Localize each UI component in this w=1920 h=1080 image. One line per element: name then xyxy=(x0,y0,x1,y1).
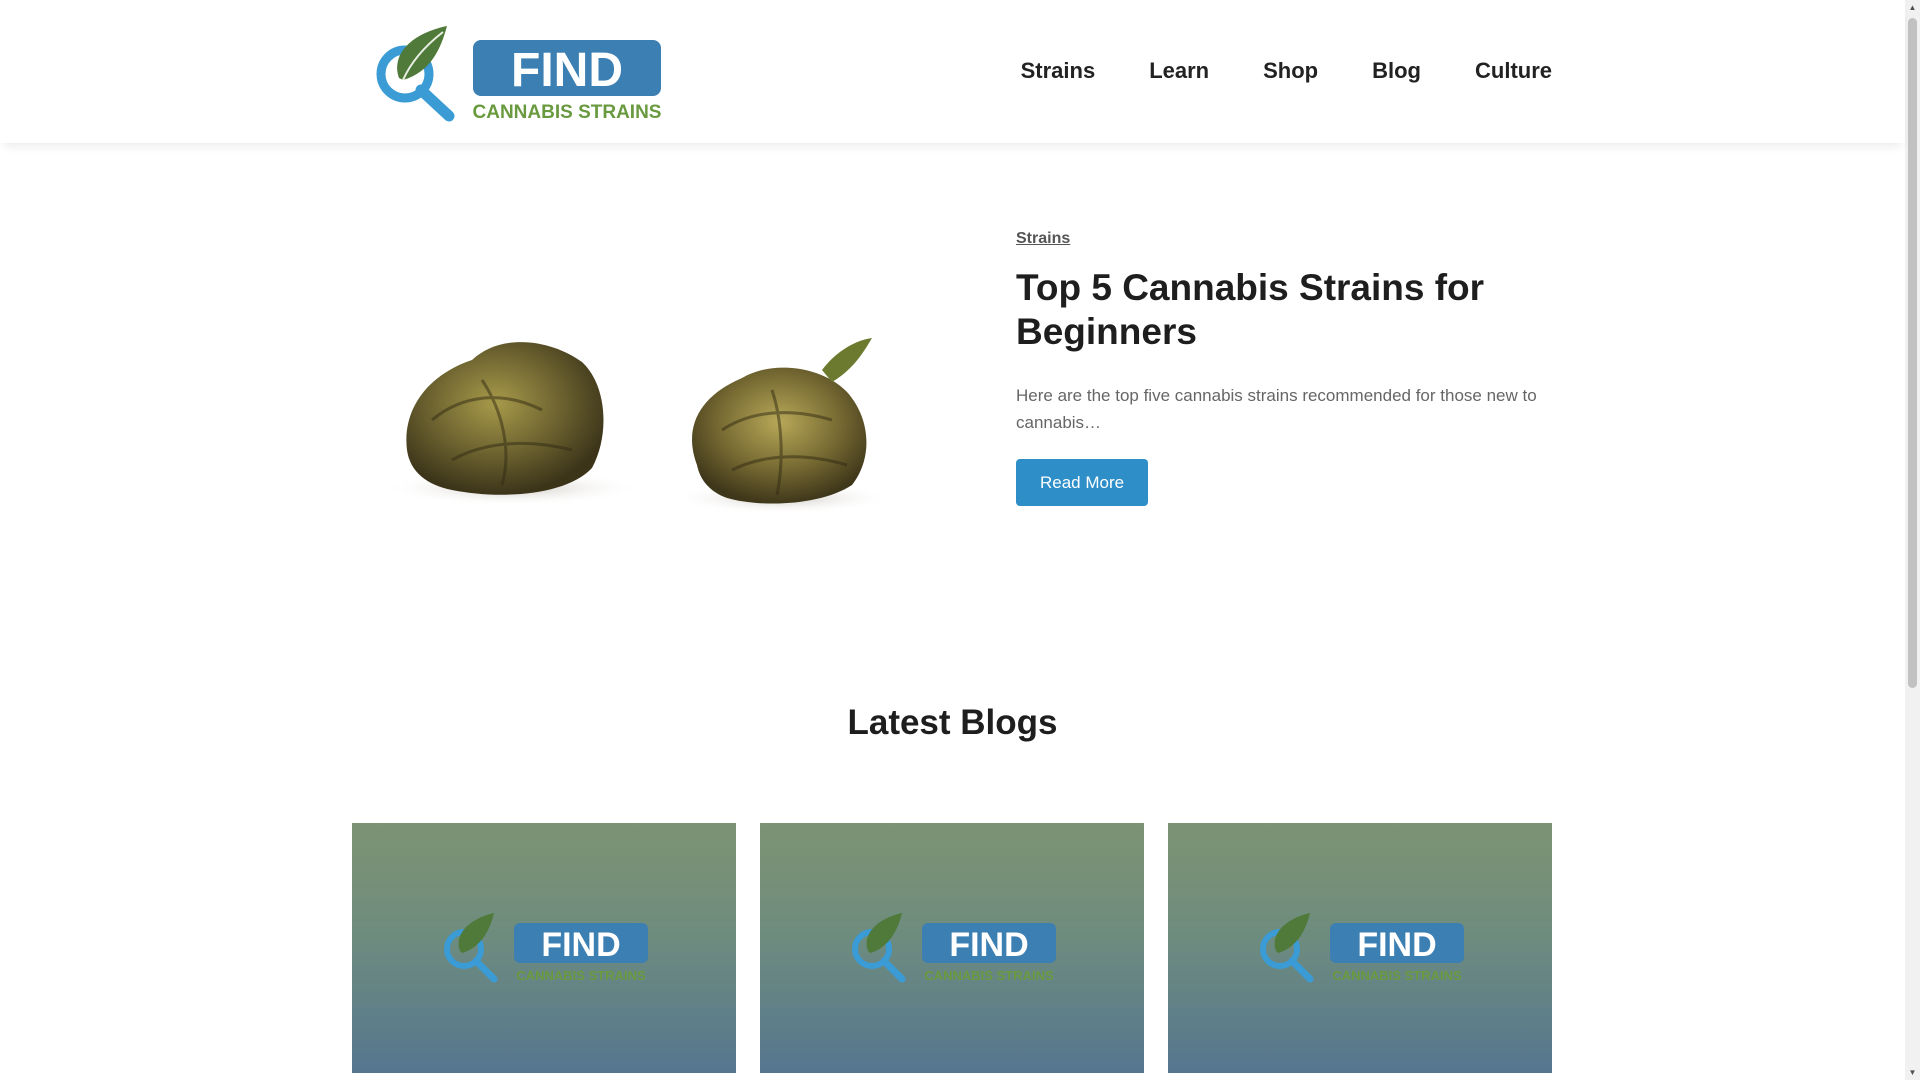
nav-learn[interactable]: Learn xyxy=(1149,55,1209,87)
main-nav: Strains Learn Shop Blog Culture xyxy=(967,55,1552,87)
scrollbar-thumb[interactable] xyxy=(1908,18,1917,688)
site-header: FIND CANNABIS STRAINS Strains Learn Shop… xyxy=(0,0,1905,143)
nav-blog[interactable]: Blog xyxy=(1372,55,1421,87)
latest-blogs-title: Latest Blogs xyxy=(847,703,1058,742)
hero-category-link[interactable]: Strains xyxy=(1016,230,1553,248)
scroll-up-arrow-icon[interactable]: ▲ xyxy=(1905,0,1920,15)
blog-card[interactable]: FIND CANNABIS STRAINS xyxy=(1168,823,1552,1073)
cannabis-buds-image xyxy=(352,300,892,536)
nav-shop[interactable]: Shop xyxy=(1263,55,1318,87)
scroll-down-arrow-icon[interactable]: ▼ xyxy=(1905,1065,1920,1080)
nav-strains[interactable]: Strains xyxy=(1021,55,1096,87)
logo-graphic: FIND CANNABIS STRAINS xyxy=(376,26,662,122)
hero-excerpt: Here are the top five cannabis strains r… xyxy=(1016,386,1537,432)
card-logo: FIND CANNABIS STRAINS xyxy=(1260,913,1464,983)
card-logo: FIND CANNABIS STRAINS xyxy=(444,913,648,983)
svg-text:FIND: FIND xyxy=(1357,926,1436,964)
svg-text:CANNABIS STRAINS: CANNABIS STRAINS xyxy=(1332,968,1462,983)
hero-image[interactable] xyxy=(352,300,892,536)
svg-text:FIND: FIND xyxy=(949,926,1028,964)
blog-card[interactable]: FIND CANNABIS STRAINS xyxy=(352,823,736,1073)
card-logo: FIND CANNABIS STRAINS xyxy=(852,913,1056,983)
nav-culture[interactable]: Culture xyxy=(1475,55,1552,87)
svg-text:CANNABIS STRAINS: CANNABIS STRAINS xyxy=(516,968,646,983)
site-logo[interactable]: FIND CANNABIS STRAINS xyxy=(369,22,665,122)
hero-content: Strains Top 5 Cannabis Strains for Begin… xyxy=(1016,230,1553,506)
hero-title[interactable]: Top 5 Cannabis Strains for Beginners xyxy=(1016,266,1553,354)
svg-text:FIND: FIND xyxy=(511,44,623,97)
svg-text:FIND: FIND xyxy=(541,926,620,964)
read-more-button[interactable]: Read More xyxy=(1016,459,1149,506)
blog-card[interactable]: FIND CANNABIS STRAINS xyxy=(760,823,1144,1073)
page-scrollbar[interactable]: ▲ ▼ xyxy=(1905,0,1920,1080)
blog-cards: FIND CANNABIS STRAINS FIND CANNABIS STRA… xyxy=(352,823,1553,1073)
svg-text:CANNABIS STRAINS: CANNABIS STRAINS xyxy=(473,102,662,122)
svg-text:CANNABIS STRAINS: CANNABIS STRAINS xyxy=(924,968,1054,983)
